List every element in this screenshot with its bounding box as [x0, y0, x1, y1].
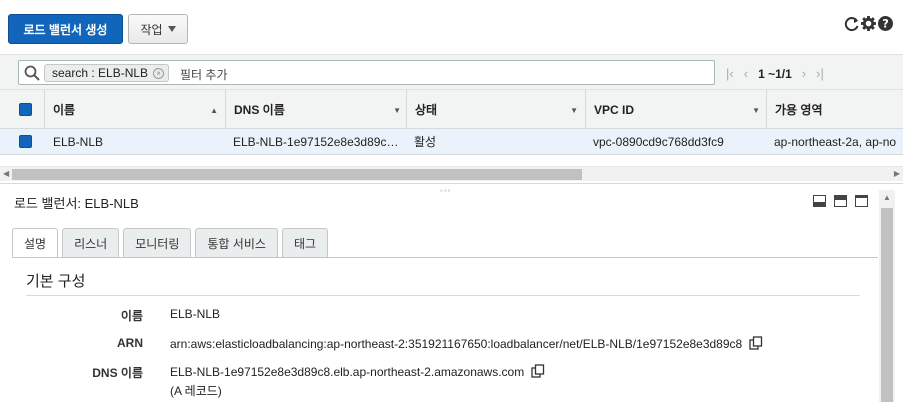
field-value-arn-row: arn:aws:elasticloadbalancing:ap-northeas…: [170, 336, 763, 351]
column-header-vpc[interactable]: VPC ID ▼: [585, 90, 766, 129]
column-header-vpc-label: VPC ID: [594, 102, 635, 117]
scroll-right-icon[interactable]: ▶: [894, 169, 900, 178]
pane-layout-icons: [813, 195, 868, 207]
search-filter-token[interactable]: search : ELB-NLB ×: [44, 64, 170, 82]
create-load-balancer-button[interactable]: 로드 밸런서 생성: [8, 14, 123, 44]
gear-icon[interactable]: [861, 16, 876, 31]
cell-vpc: vpc-0890cd9c768dd3fc9: [593, 135, 724, 149]
cell-state: 활성: [414, 135, 437, 149]
sort-icon: ▼: [752, 106, 760, 115]
column-header-state-label: 상태: [415, 103, 438, 117]
page-count: 1 ~1/1: [758, 66, 792, 81]
cell-az: ap-northeast-2a, ap-no: [774, 135, 897, 149]
tab-description[interactable]: 설명: [12, 228, 59, 258]
cell-dns: ELB-NLB-1e97152e8e3d89c…: [233, 135, 399, 149]
field-value-dns-note: (A 레코드): [170, 384, 222, 398]
caret-down-icon: [167, 26, 176, 32]
last-page-icon[interactable]: ›|: [816, 66, 824, 81]
copy-icon[interactable]: [748, 336, 763, 350]
tab-monitoring[interactable]: 모니터링: [123, 228, 192, 257]
layout-top-icon[interactable]: [855, 195, 868, 207]
splitter-handle-icon[interactable]: ◦◦◦: [440, 186, 452, 195]
column-header-state[interactable]: 상태 ▼: [406, 90, 584, 129]
column-header-dns[interactable]: DNS 이름 ▼: [225, 90, 407, 129]
remove-filter-icon[interactable]: ×: [153, 68, 165, 79]
field-value-name: ELB-NLB: [170, 307, 221, 321]
column-header-az-label: 가용 영역: [775, 103, 823, 117]
table-header: 이름 ▲ DNS 이름 ▼ 상태 ▼ VPC ID ▼ 가용 영역: [0, 90, 903, 129]
create-load-balancer-label: 로드 밸런서 생성: [23, 22, 108, 37]
prev-page-icon[interactable]: ‹: [744, 66, 748, 81]
help-icon[interactable]: ?: [878, 16, 893, 31]
pagination: |‹ ‹ 1 ~1/1 › ›|: [726, 66, 824, 81]
section-title: 기본 구성: [26, 273, 86, 290]
search-filter-token-label: search : ELB-NLB: [52, 66, 149, 80]
layout-split-icon[interactable]: [834, 195, 847, 207]
select-all-checkbox[interactable]: [19, 103, 32, 116]
actions-dropdown-button[interactable]: 작업: [128, 14, 188, 44]
sort-icon: ▼: [570, 106, 578, 115]
refresh-icon[interactable]: [844, 16, 859, 32]
first-page-icon[interactable]: |‹: [726, 66, 734, 81]
sort-icon: ▼: [393, 106, 401, 115]
cell-name: ELB-NLB: [53, 135, 104, 149]
horizontal-scroll-thumb[interactable]: [12, 169, 582, 180]
tab-divider: [12, 257, 878, 258]
field-value-dns-row: ELB-NLB-1e97152e8e3d89c8.elb.ap-northeas…: [170, 364, 545, 379]
tab-listeners[interactable]: 리스너: [62, 228, 120, 257]
top-right-icons: ?: [844, 16, 893, 32]
vertical-scrollbar[interactable]: ▲: [879, 190, 895, 402]
column-header-name-label: 이름: [53, 103, 76, 117]
column-header-az[interactable]: 가용 영역: [766, 90, 903, 129]
search-icon: [24, 65, 40, 81]
svg-text:?: ?: [882, 18, 889, 31]
actions-label: 작업: [140, 22, 163, 37]
next-page-icon[interactable]: ›: [802, 66, 806, 81]
search-bar-row: search : ELB-NLB × 필터 추가 |‹ ‹ 1 ~1/1 › ›…: [0, 54, 903, 90]
section-divider: [26, 295, 860, 296]
sort-asc-icon: ▲: [210, 106, 218, 115]
field-label-arn: ARN: [117, 336, 143, 350]
tab-tags[interactable]: 태그: [281, 228, 329, 257]
field-value-dns: ELB-NLB-1e97152e8e3d89c8.elb.ap-northeas…: [170, 365, 525, 379]
copy-icon[interactable]: [530, 364, 545, 378]
field-label-name: 이름: [120, 309, 143, 323]
add-filter-placeholder[interactable]: 필터 추가: [180, 66, 228, 83]
field-value-arn: arn:aws:elasticloadbalancing:ap-northeas…: [170, 337, 743, 351]
table-row[interactable]: ELB-NLB ELB-NLB-1e97152e8e3d89c… 활성 vpc-…: [0, 129, 903, 155]
tab-integrated-services[interactable]: 통합 서비스: [195, 228, 278, 257]
details-tabs: 설명 리스너 모니터링 통합 서비스 태그: [12, 228, 329, 258]
row-checkbox[interactable]: [19, 135, 32, 148]
search-input[interactable]: search : ELB-NLB × 필터 추가: [18, 60, 715, 85]
details-title: 로드 밸런서: ELB-NLB: [14, 196, 139, 211]
horizontal-scrollbar[interactable]: ◀ ▶: [0, 166, 903, 181]
field-label-dns: DNS 이름: [92, 366, 143, 380]
vertical-scroll-thumb[interactable]: [881, 208, 893, 402]
scroll-up-icon[interactable]: ▲: [883, 193, 891, 202]
column-header-name[interactable]: 이름 ▲: [44, 90, 224, 129]
layout-bottom-icon[interactable]: [813, 195, 826, 207]
scroll-left-icon[interactable]: ◀: [3, 169, 9, 178]
column-header-dns-label: DNS 이름: [234, 103, 285, 117]
